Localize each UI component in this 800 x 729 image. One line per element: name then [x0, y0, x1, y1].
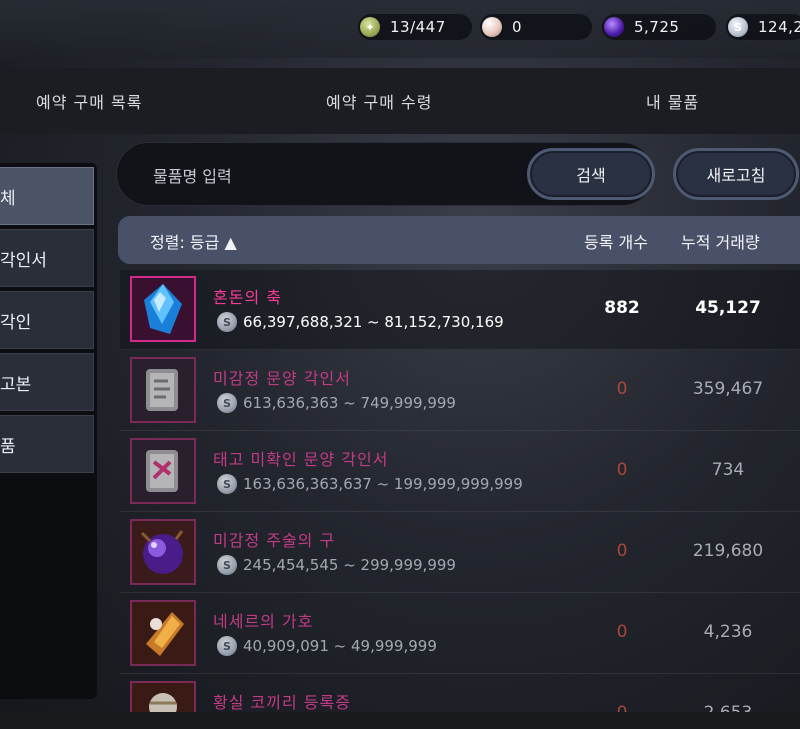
- tab-reservation-list[interactable]: 예약 구매 목록: [36, 68, 143, 134]
- table-row[interactable]: 네세르의 가호 S 40,909,091 ~ 49,999,999 0 4,23…: [120, 594, 800, 674]
- price-text: 613,636,363 ~ 749,999,999: [243, 394, 456, 412]
- category-label: 체: [0, 188, 16, 209]
- listed-count: 0: [580, 703, 664, 712]
- price-range: S 40,909,091 ~ 49,999,999: [217, 636, 437, 656]
- pink-scroll-icon: [130, 438, 196, 504]
- column-count[interactable]: 등록 개수: [584, 229, 648, 253]
- table-row[interactable]: 태고 미확인 문양 각인서 S 163,636,363,637 ~ 199,99…: [120, 432, 800, 512]
- elephant-certificate-icon: [130, 681, 196, 712]
- purple-orb-icon: [604, 17, 624, 37]
- column-volume[interactable]: 누적 거래량: [681, 229, 760, 253]
- currency-orb: 5,725: [602, 14, 716, 40]
- tab-bar: 예약 구매 목록 예약 구매 수령 내 물품: [0, 68, 800, 134]
- bottom-edge: [0, 712, 800, 729]
- price-range: S 613,636,363 ~ 749,999,999: [217, 393, 456, 413]
- silver-coin-icon: S: [217, 474, 237, 494]
- currency-value: 13/447: [390, 18, 446, 36]
- price-range: S 163,636,363,637 ~ 199,999,999,999: [217, 474, 523, 494]
- refresh-button[interactable]: 새로고침: [673, 148, 799, 200]
- item-name: 혼돈의 축: [213, 288, 282, 307]
- category-item-misc[interactable]: 품: [0, 415, 94, 473]
- blue-crystal-icon: [130, 276, 196, 342]
- purple-sphere-icon: [130, 519, 196, 585]
- trade-volume: 45,127: [695, 298, 761, 318]
- sort-label: 정렬: 등급: [150, 233, 220, 252]
- table-row[interactable]: 황실 코끼리 등록증 0 2,653: [120, 675, 800, 712]
- tab-reservation-receive[interactable]: 예약 구매 수령: [326, 68, 433, 134]
- contract-leaf-icon: ✦: [360, 17, 380, 37]
- price-range: S 66,397,688,321 ~ 81,152,730,169: [217, 312, 504, 332]
- category-item-old-book[interactable]: 고본: [0, 353, 94, 411]
- trade-volume: 219,680: [692, 541, 764, 561]
- pearl-icon: [482, 17, 502, 37]
- category-item-all[interactable]: 체: [0, 167, 94, 225]
- search-button[interactable]: 검색: [527, 148, 655, 200]
- listed-count: 0: [616, 622, 628, 642]
- price-text: 163,636,363,637 ~ 199,999,999,999: [243, 475, 523, 493]
- item-name: 태고 미확인 문양 각인서: [213, 450, 389, 469]
- silver-coin-icon: S: [217, 636, 237, 656]
- table-header: 정렬: 등급 ▲ 등록 개수 누적 거래량: [118, 216, 800, 264]
- silver-coin-icon: S: [217, 555, 237, 575]
- pendant-icon: [130, 600, 196, 666]
- listed-count: 882: [604, 298, 640, 318]
- listed-count: 0: [616, 460, 628, 480]
- silver-coin-icon: S: [217, 393, 237, 413]
- trade-volume: 734: [711, 460, 745, 480]
- category-panel: 체 각인서 각인 고본 품: [0, 163, 97, 699]
- item-name: 네세르의 가호: [213, 612, 314, 631]
- scroll-icon: [130, 357, 196, 423]
- sort-asc-icon: ▲: [224, 233, 237, 252]
- trade-volume: 359,467: [692, 379, 764, 399]
- trade-volume: 4,236: [703, 622, 753, 642]
- category-item-engraving-book[interactable]: 각인서: [0, 229, 94, 287]
- silver-coin-icon: S: [728, 17, 748, 37]
- currency-value: 124,2: [758, 18, 800, 36]
- table-row[interactable]: 혼돈의 축 S 66,397,688,321 ~ 81,152,730,169 …: [120, 270, 800, 350]
- search-placeholder: 물품명 입력: [153, 167, 232, 186]
- price-text: 40,909,091 ~ 49,999,999: [243, 637, 437, 655]
- currency-silver: S 124,2: [726, 14, 800, 40]
- silver-coin-icon: S: [217, 312, 237, 332]
- currency-contract: ✦ 13/447: [358, 14, 472, 40]
- listed-count: 0: [616, 541, 628, 561]
- currency-bar: ✦ 13/447 0 5,725 S 124,2: [0, 0, 800, 58]
- table-row[interactable]: 미감정 주술의 구 S 245,454,545 ~ 299,999,999 0 …: [120, 513, 800, 593]
- category-label: 각인서: [0, 250, 47, 271]
- listed-count: 0: [616, 379, 628, 399]
- category-label: 각인: [0, 312, 32, 333]
- currency-value: 5,725: [634, 18, 680, 36]
- currency-pearl: 0: [480, 14, 592, 40]
- table-row[interactable]: 미감정 문양 각인서 S 613,636,363 ~ 749,999,999 0…: [120, 351, 800, 431]
- item-name: 미감정 주술의 구: [213, 531, 336, 550]
- category-label: 품: [0, 436, 16, 457]
- item-name: 황실 코끼리 등록증: [213, 693, 351, 712]
- currency-value: 0: [512, 18, 523, 36]
- category-item-engraving[interactable]: 각인: [0, 291, 94, 349]
- item-name: 미감정 문양 각인서: [213, 369, 351, 388]
- trade-volume: 2,653: [668, 703, 788, 712]
- price-text: 66,397,688,321 ~ 81,152,730,169: [243, 313, 504, 331]
- sort-dropdown[interactable]: 정렬: 등급 ▲: [150, 229, 237, 253]
- tab-my-items[interactable]: 내 물품: [646, 68, 699, 134]
- category-label: 고본: [0, 374, 32, 395]
- price-text: 245,454,545 ~ 299,999,999: [243, 556, 456, 574]
- price-range: S 245,454,545 ~ 299,999,999: [217, 555, 456, 575]
